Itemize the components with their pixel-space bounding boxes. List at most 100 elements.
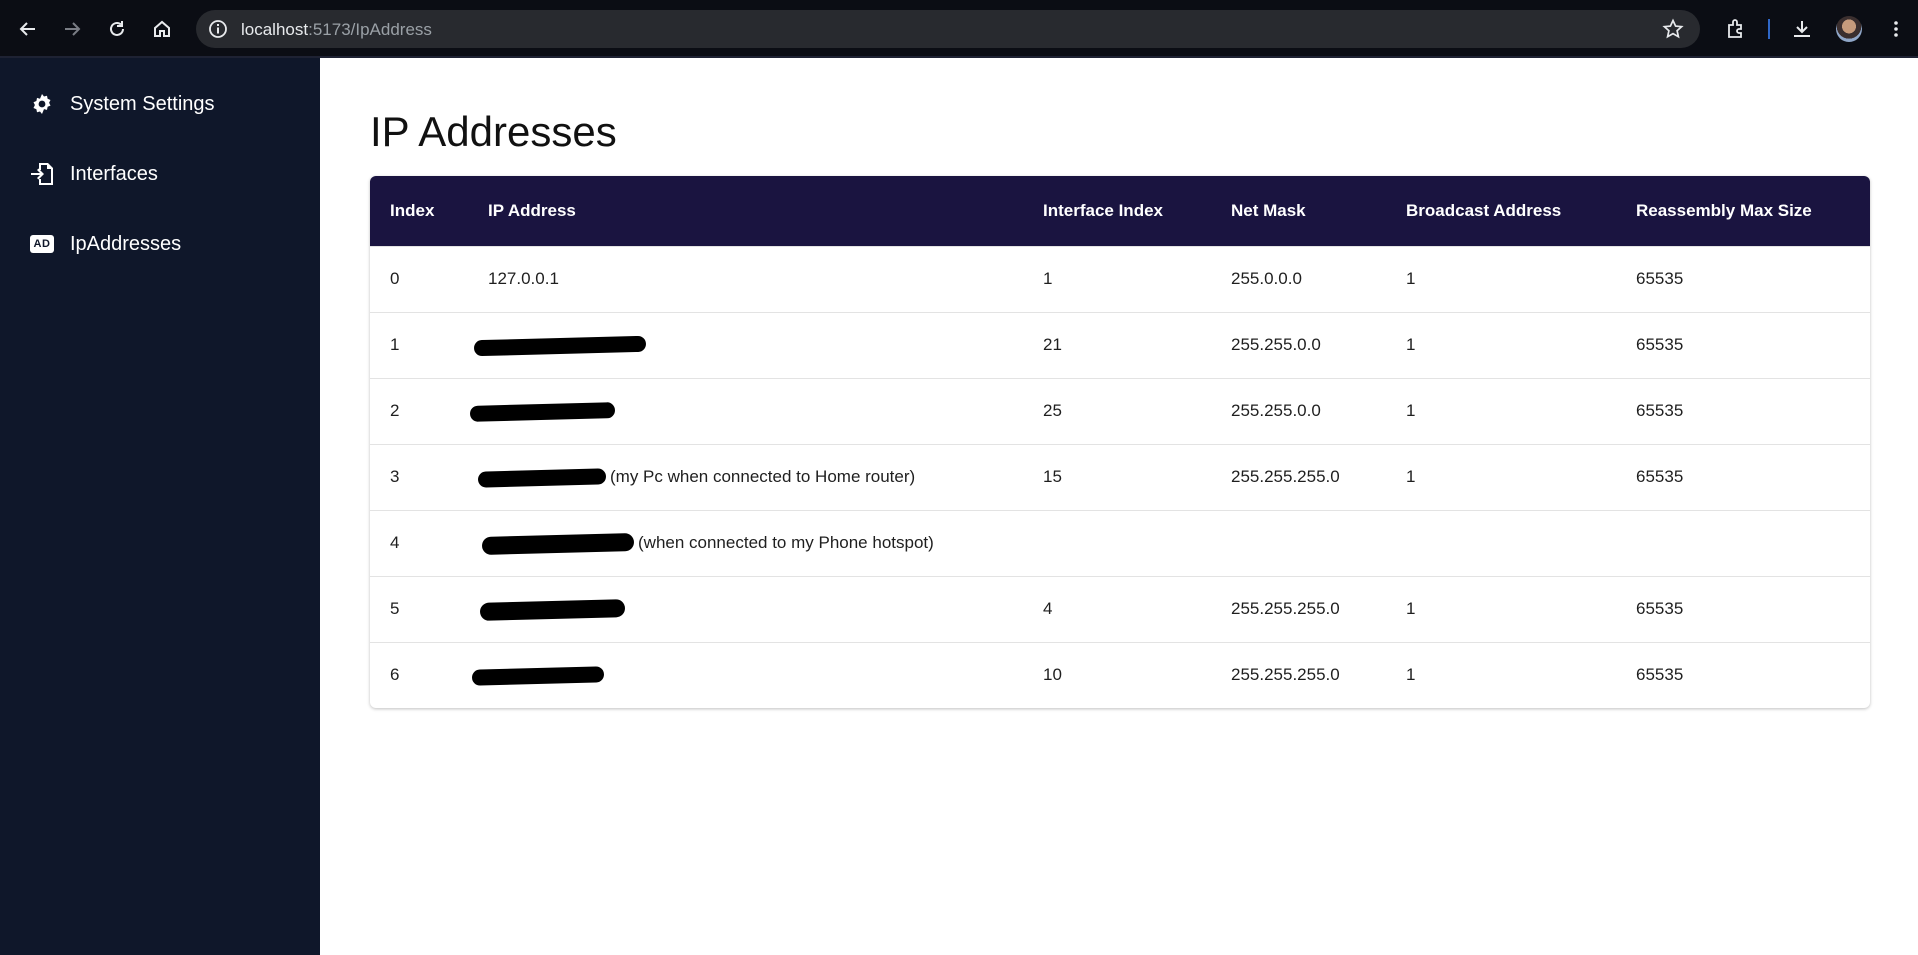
cell-net-mask: 255.255.255.0 xyxy=(1231,467,1340,486)
column-header-reassembly-max-size[interactable]: Reassembly Max Size xyxy=(1616,176,1870,246)
cell-reassembly-max-size: 65535 xyxy=(1636,335,1684,354)
table-row: 2 25 255.255.0.0 1 65535 xyxy=(370,378,1870,444)
cell-interface-index: 25 xyxy=(1043,401,1062,420)
column-header-net-mask[interactable]: Net Mask xyxy=(1211,176,1386,246)
ad-badge-text: AD xyxy=(30,235,54,253)
toolbar-separator xyxy=(1768,19,1770,39)
reload-button[interactable] xyxy=(101,13,133,45)
column-header-index[interactable]: Index xyxy=(370,176,468,246)
ip-address-table-card: Index IP Address Interface Index Net Mas… xyxy=(370,176,1870,708)
table-header-row: Index IP Address Interface Index Net Mas… xyxy=(370,176,1870,246)
interfaces-icon xyxy=(28,160,56,188)
site-info-icon[interactable] xyxy=(206,17,230,41)
profile-avatar[interactable] xyxy=(1836,16,1862,42)
cell-ip-address xyxy=(468,378,1023,444)
address-bar[interactable]: localhost:5173/IpAddress xyxy=(196,10,1700,48)
cell-broadcast: 1 xyxy=(1406,335,1416,354)
forward-button[interactable] xyxy=(56,13,88,45)
sidebar-item-system-settings[interactable]: System Settings xyxy=(28,88,215,120)
kebab-menu-icon xyxy=(1894,21,1898,37)
table-row: 0 127.0.0.1 1 255.0.0.0 1 65535 xyxy=(370,246,1870,312)
url-text: localhost:5173/IpAddress xyxy=(241,20,432,40)
ip-address-table: Index IP Address Interface Index Net Mas… xyxy=(370,176,1870,708)
column-header-ip-address[interactable]: IP Address xyxy=(468,176,1023,246)
home-button[interactable] xyxy=(146,13,178,45)
cell-interface-index: 15 xyxy=(1043,467,1062,486)
redaction-scribble xyxy=(479,598,626,621)
cell-interface-index xyxy=(1023,510,1211,576)
ip-text: (when connected to my Phone hotspot) xyxy=(638,533,934,552)
url-path: :5173/IpAddress xyxy=(308,20,432,39)
ip-text: (my Pc when connected to Home router) xyxy=(610,467,916,486)
table-body: 0 127.0.0.1 1 255.0.0.0 1 65535 1 21 255… xyxy=(370,246,1870,708)
table-row: 4 (when connected to my Phone hotspot) xyxy=(370,510,1870,576)
cell-interface-index: 1 xyxy=(1043,269,1053,288)
cell-broadcast xyxy=(1386,510,1616,576)
puzzle-icon xyxy=(1728,19,1742,38)
cell-reassembly-max-size: 65535 xyxy=(1636,599,1684,618)
main-content: IP Addresses Index IP Address Interface … xyxy=(320,58,1918,955)
cell-index: 2 xyxy=(390,401,400,420)
gear-icon xyxy=(28,90,56,118)
page-title: IP Addresses xyxy=(370,108,617,155)
table-row: 1 21 255.255.0.0 1 65535 xyxy=(370,312,1870,378)
download-icon xyxy=(1794,21,1810,37)
sidebar-item-interfaces[interactable]: Interfaces xyxy=(28,158,158,190)
cell-ip-address xyxy=(468,576,1023,642)
column-header-interface-index[interactable]: Interface Index xyxy=(1023,176,1211,246)
cell-index: 4 xyxy=(390,533,400,552)
bookmark-star-icon[interactable] xyxy=(1662,18,1684,40)
sidebar-item-ipaddresses[interactable]: AD IpAddresses xyxy=(28,228,181,260)
sidebar: System Settings Interfaces AD IpAddresse… xyxy=(0,58,320,955)
cell-reassembly-max-size xyxy=(1616,510,1870,576)
redaction-scribble xyxy=(469,401,616,422)
cell-index: 3 xyxy=(390,467,400,486)
downloads-button[interactable] xyxy=(1786,13,1818,45)
table-row: 6 10 255.255.255.0 1 65535 xyxy=(370,642,1870,708)
cell-interface-index: 4 xyxy=(1043,599,1053,618)
cell-net-mask xyxy=(1211,510,1386,576)
cell-net-mask: 255.255.0.0 xyxy=(1231,335,1321,354)
back-button[interactable] xyxy=(12,13,44,45)
forward-arrow-icon xyxy=(65,22,81,36)
column-header-broadcast-address[interactable]: Broadcast Address xyxy=(1386,176,1616,246)
cell-net-mask: 255.255.0.0 xyxy=(1231,401,1321,420)
cell-net-mask: 255.255.255.0 xyxy=(1231,599,1340,618)
cell-reassembly-max-size: 65535 xyxy=(1636,269,1684,288)
cell-interface-index: 21 xyxy=(1043,335,1062,354)
cell-broadcast: 1 xyxy=(1406,467,1416,486)
cell-broadcast: 1 xyxy=(1406,599,1416,618)
cell-reassembly-max-size: 65535 xyxy=(1636,467,1684,486)
cell-broadcast: 1 xyxy=(1406,665,1416,685)
sidebar-item-label: Interfaces xyxy=(70,162,158,185)
home-icon xyxy=(154,20,170,37)
cell-index: 6 xyxy=(390,665,400,685)
cell-net-mask: 255.0.0.0 xyxy=(1231,269,1302,288)
back-arrow-icon xyxy=(19,22,35,36)
extensions-button[interactable] xyxy=(1720,13,1752,45)
redaction-scribble xyxy=(473,335,647,356)
redaction-scribble xyxy=(481,532,635,555)
cell-ip-address xyxy=(468,642,1023,708)
cell-broadcast: 1 xyxy=(1406,269,1416,288)
redaction-scribble xyxy=(477,467,607,488)
sidebar-item-label: IpAddresses xyxy=(70,232,182,255)
cell-index: 1 xyxy=(390,335,400,354)
cell-ip-address: (when connected to my Phone hotspot) xyxy=(468,510,1023,576)
table-row: 5 4 255.255.255.0 1 65535 xyxy=(370,576,1870,642)
browser-toolbar: localhost:5173/IpAddress xyxy=(0,0,1918,58)
cell-reassembly-max-size: 65535 xyxy=(1636,401,1684,420)
table-row: 3 (my Pc when connected to Home router) … xyxy=(370,444,1870,510)
reload-icon xyxy=(110,21,124,36)
cell-net-mask: 255.255.255.0 xyxy=(1231,665,1340,685)
cell-ip-address: (my Pc when connected to Home router) xyxy=(468,444,1023,510)
cell-interface-index: 10 xyxy=(1043,665,1062,685)
cell-ip-address: 127.0.0.1 xyxy=(468,246,1023,312)
cell-broadcast: 1 xyxy=(1406,401,1416,420)
ad-badge-icon: AD xyxy=(28,230,56,258)
url-host: localhost xyxy=(241,20,309,39)
ip-text: 127.0.0.1 xyxy=(488,269,559,288)
menu-button[interactable] xyxy=(1880,13,1912,45)
sidebar-item-label: System Settings xyxy=(70,92,215,115)
cell-reassembly-max-size: 65535 xyxy=(1636,665,1684,685)
